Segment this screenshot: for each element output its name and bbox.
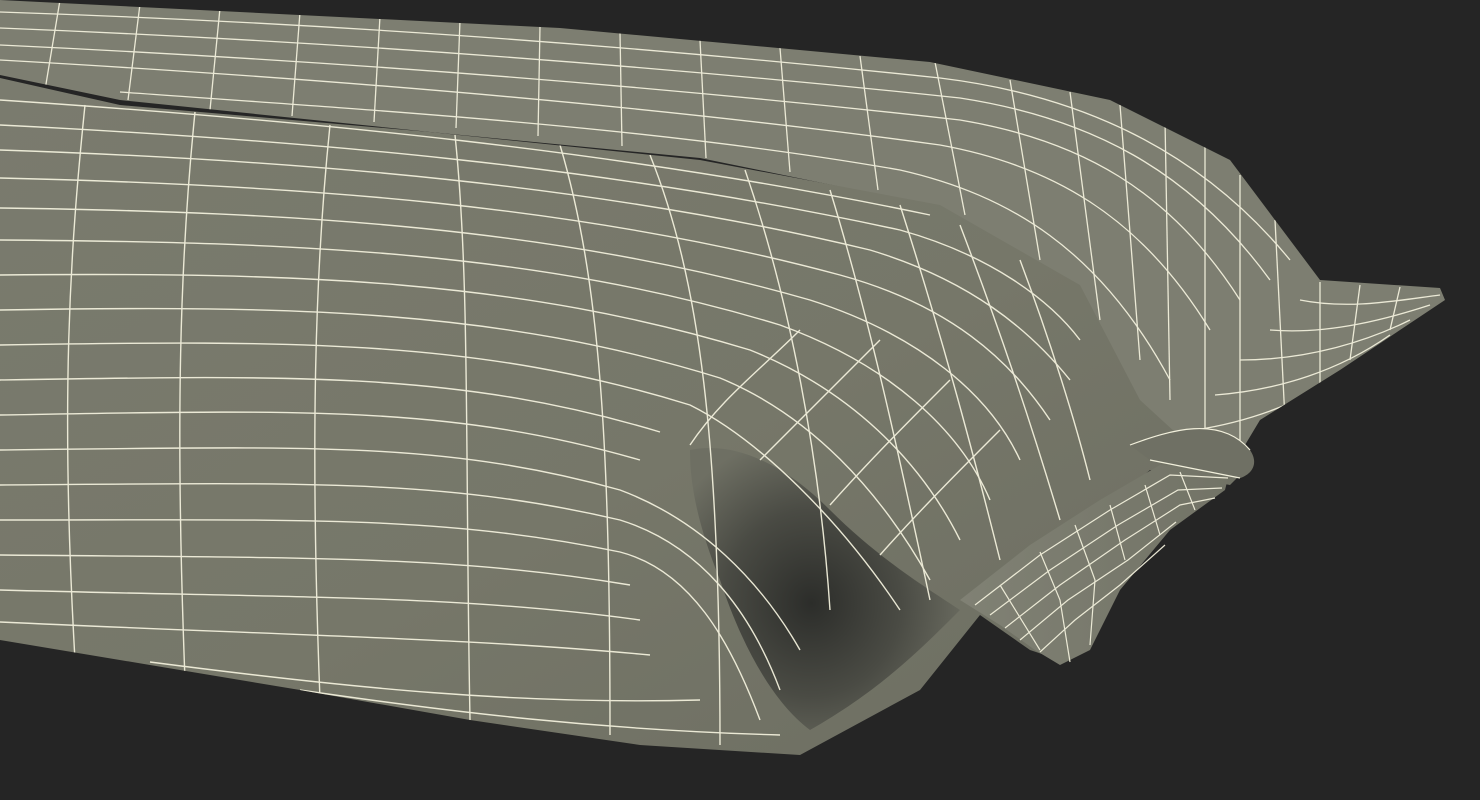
render-viewport: [0, 0, 1480, 800]
wireframe-render: [0, 0, 1480, 800]
